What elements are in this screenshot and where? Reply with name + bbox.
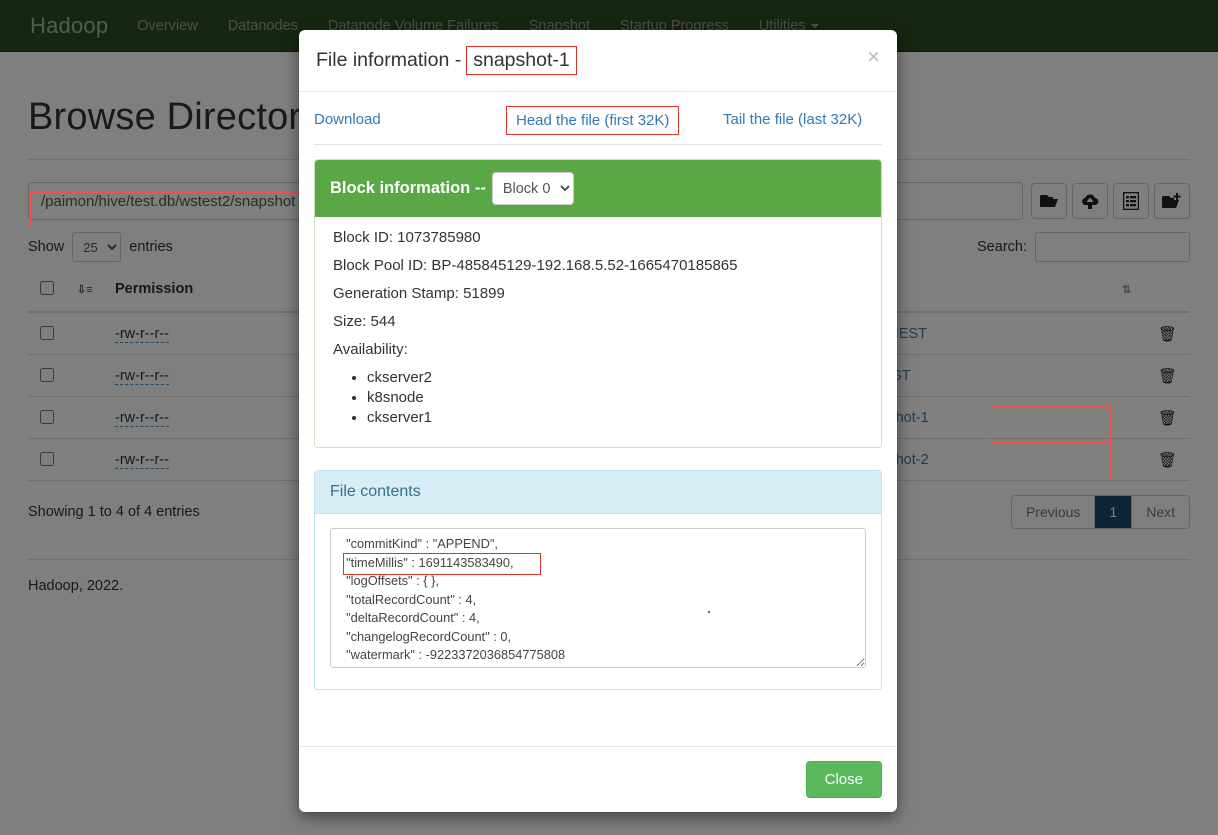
block-information-heading: Block information -- [330, 179, 486, 198]
file-information-modal: File information - snapshot-1 × Download… [299, 30, 897, 812]
list-item: k8snode [367, 389, 863, 406]
file-contents-body: "commitKind" : "APPEND", "timeMillis" : … [315, 514, 881, 690]
list-item: ckserver2 [367, 369, 863, 386]
availability-list: ckserver2 k8snode ckserver1 [333, 369, 863, 426]
file-contents-panel: File contents "commitKind" : "APPEND", "… [314, 470, 882, 691]
screenshot-root: Hadoop Overview Datanodes Datanode Volum… [0, 0, 1218, 835]
block-select[interactable]: Block 0 [491, 172, 574, 206]
block-information-header: Block information -- Block 0 [315, 160, 881, 218]
block-pool-id-text: Block Pool ID: BP-485845129-192.168.5.52… [333, 257, 738, 275]
modal-title-prefix: File information - [316, 49, 462, 72]
tail-file-link[interactable]: Tail the file (last 32K) [723, 111, 862, 128]
block-id-text: Block ID: 1073785980 [333, 229, 481, 247]
close-button[interactable]: Close [805, 761, 882, 798]
size-text: Size: 544 [333, 313, 396, 331]
file-contents-heading: File contents [315, 471, 881, 515]
download-link[interactable]: Download [314, 111, 381, 128]
availability-label: Availability: [333, 341, 408, 359]
list-item: ckserver1 [367, 409, 863, 426]
modal-title-filename: snapshot-1 [466, 46, 577, 76]
file-contents-textarea[interactable]: "commitKind" : "APPEND", "timeMillis" : … [330, 528, 866, 669]
modal-header: File information - snapshot-1 × [299, 30, 897, 93]
head-file-link[interactable]: Head the file (first 32K) [506, 106, 680, 136]
file-action-links: Download Head the file (first 32K) Tail … [314, 106, 882, 146]
modal-title: File information - snapshot-1 [316, 46, 577, 76]
close-icon[interactable]: × [867, 46, 880, 68]
block-information-body: Block ID: 1073785980 Block Pool ID: BP-4… [315, 217, 881, 448]
modal-body: Download Head the file (first 32K) Tail … [299, 92, 897, 746]
file-contents-area-wrapper: "commitKind" : "APPEND", "timeMillis" : … [330, 528, 866, 673]
annotation-dot [708, 611, 710, 614]
modal-footer: Close [299, 746, 897, 812]
block-information-panel: Block information -- Block 0 Block ID: 1… [314, 159, 882, 449]
generation-stamp-text: Generation Stamp: 51899 [333, 285, 505, 303]
